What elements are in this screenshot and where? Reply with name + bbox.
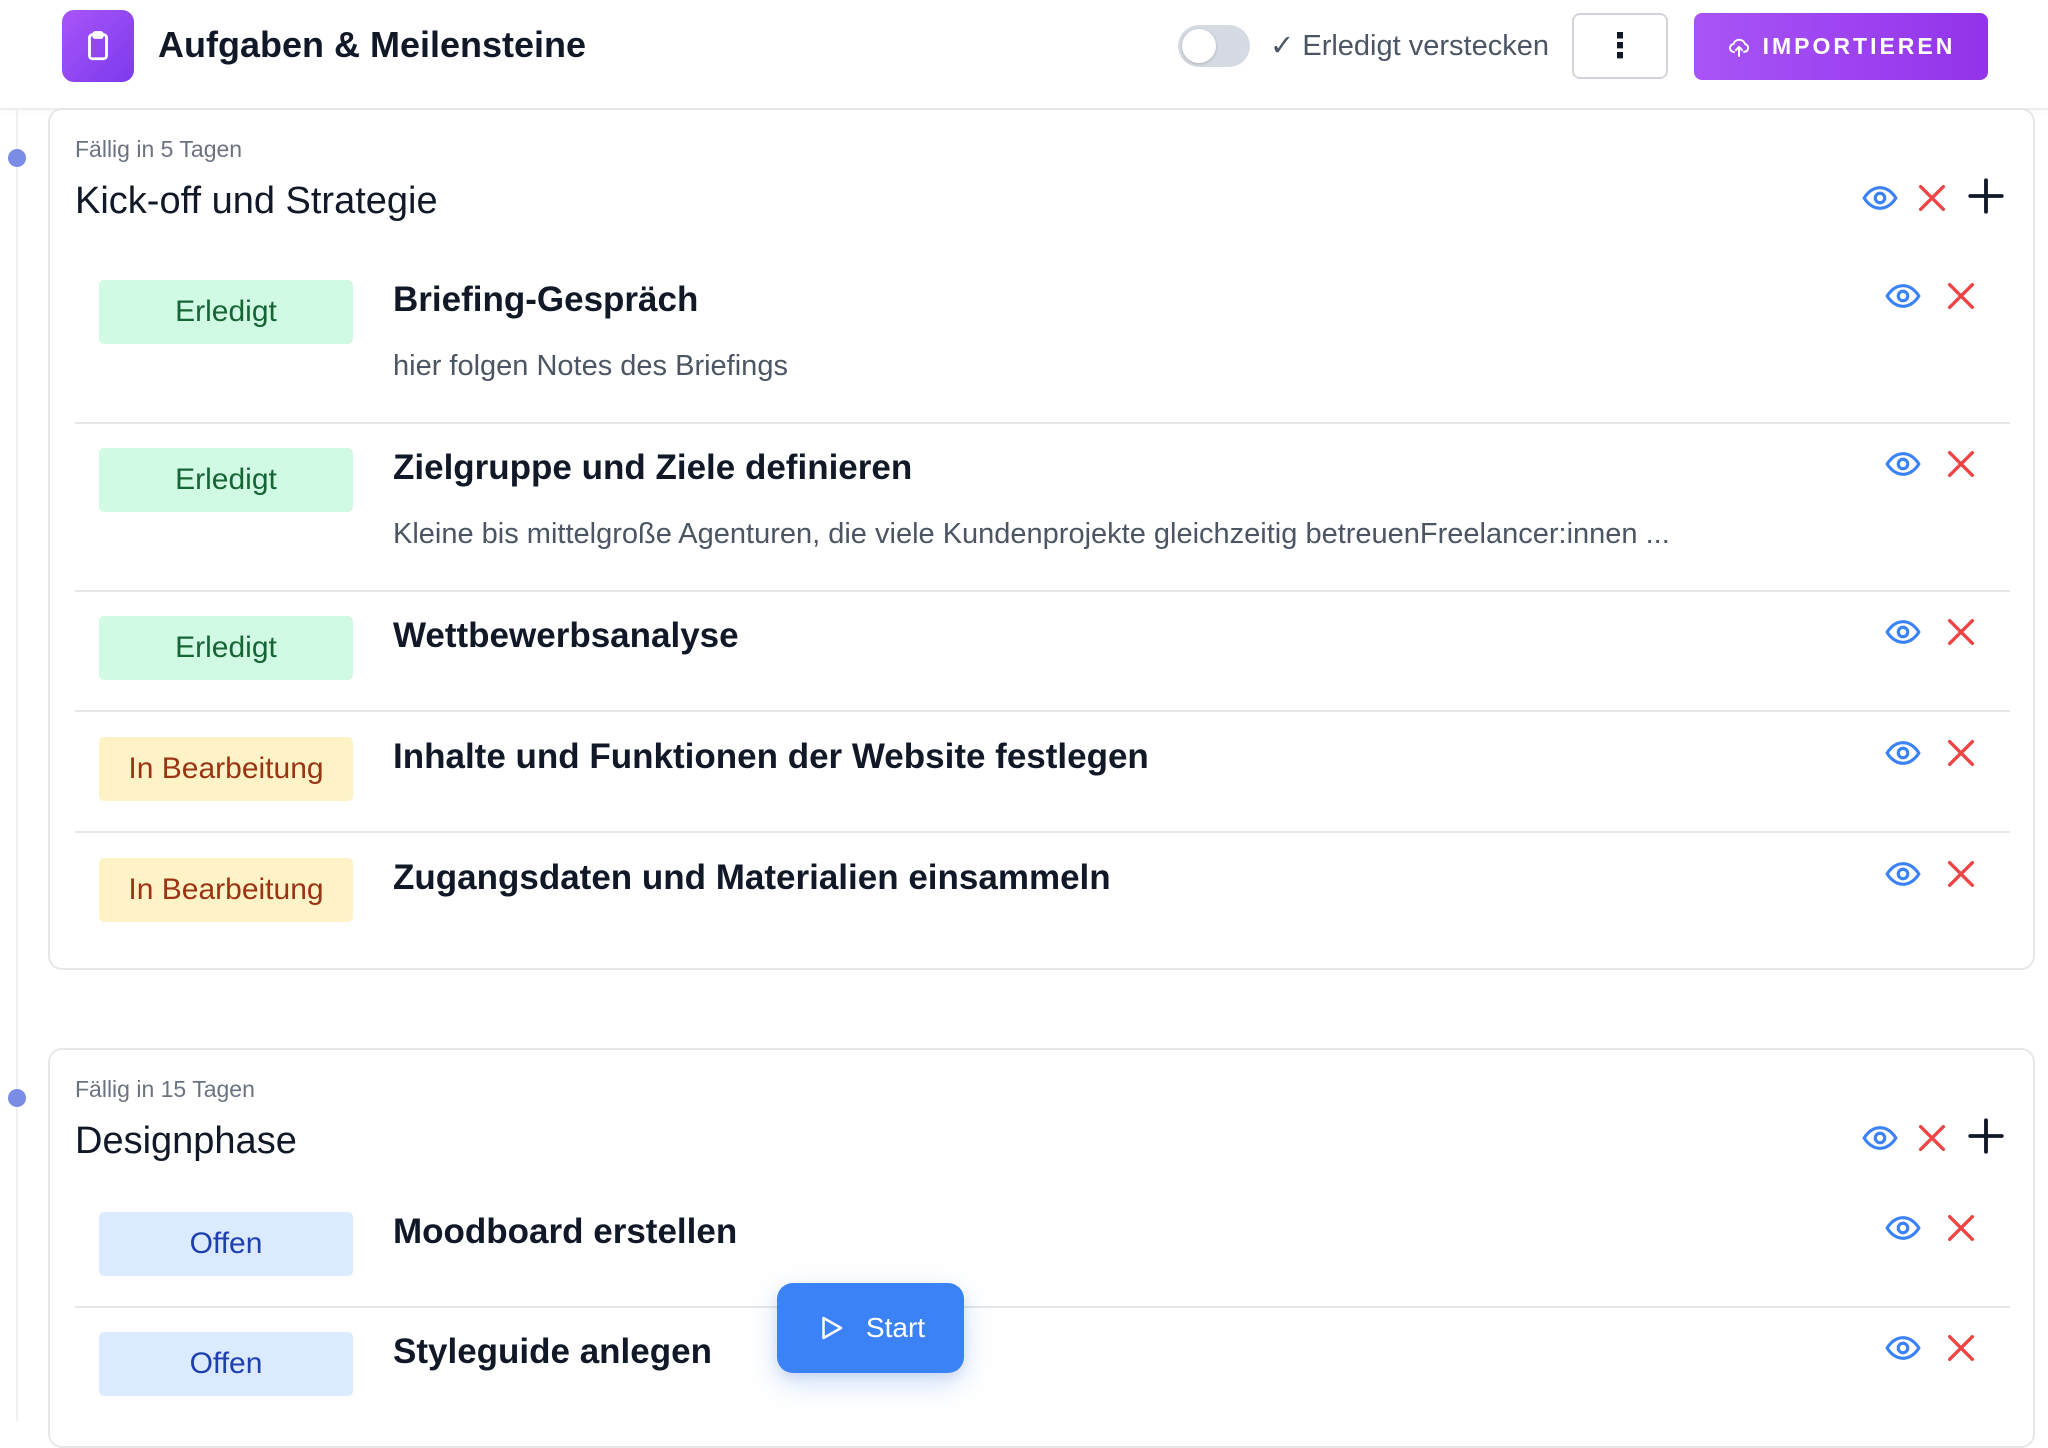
eye-icon: [1885, 862, 1921, 886]
close-icon: [1947, 450, 1975, 478]
plus-icon: [1968, 178, 2004, 214]
task-row[interactable]: Offen Styleguide anlegen: [75, 1308, 2010, 1428]
milestone-view-button[interactable]: [1858, 176, 1902, 220]
task-delete-button[interactable]: [1939, 852, 1983, 896]
status-badge[interactable]: Offen: [99, 1332, 353, 1396]
task-view-button[interactable]: [1881, 1206, 1925, 1250]
play-icon: [822, 1316, 843, 1340]
milestone-delete-button[interactable]: [1910, 1116, 1954, 1160]
hide-done-label: ✓ Erledigt verstecken: [1270, 30, 1549, 62]
task-row[interactable]: Erledigt Briefing-Gespräch hier folgen N…: [75, 252, 2010, 424]
close-icon: [1947, 860, 1975, 888]
import-label: IMPORTIEREN: [1762, 33, 1956, 59]
task-view-button[interactable]: [1881, 442, 1925, 486]
task-view-button[interactable]: [1881, 610, 1925, 654]
close-icon: [1947, 739, 1975, 767]
task-title: Zugangsdaten und Materialien einsammeln: [393, 858, 1111, 897]
hide-done-toggle[interactable]: [1178, 25, 1250, 67]
more-options-button[interactable]: ⋮: [1572, 13, 1668, 79]
close-icon: [1947, 1334, 1975, 1362]
close-icon: [1947, 1214, 1975, 1242]
task-title: Inhalte und Funktionen der Website festl…: [393, 737, 1149, 776]
eye-icon: [1885, 284, 1921, 308]
task-view-button[interactable]: [1881, 274, 1925, 318]
task-delete-button[interactable]: [1939, 274, 1983, 318]
task-title: Zielgruppe und Ziele definieren: [393, 448, 913, 487]
app-header: Aufgaben & Meilensteine ✓ Erledigt verst…: [0, 0, 2048, 110]
task-title: Briefing-Gespräch: [393, 280, 699, 319]
eye-icon: [1862, 1126, 1898, 1150]
status-badge[interactable]: Erledigt: [99, 616, 353, 680]
clipboard-icon: [62, 10, 134, 82]
task-delete-button[interactable]: [1939, 1206, 1983, 1250]
milestone-title: Kick-off und Strategie: [75, 180, 438, 222]
task-row[interactable]: Erledigt Wettbewerbsanalyse: [75, 592, 2010, 712]
page-title: Aufgaben & Meilensteine: [158, 24, 587, 65]
task-delete-button[interactable]: [1939, 442, 1983, 486]
milestone-card: Fällig in 5 Tagen Kick-off und Strategie…: [48, 108, 2035, 970]
eye-icon: [1885, 741, 1921, 765]
import-button[interactable]: IMPORTIEREN: [1694, 13, 1988, 80]
task-delete-button[interactable]: [1939, 610, 1983, 654]
task-title: Styleguide anlegen: [393, 1332, 712, 1371]
toggle-knob: [1182, 29, 1216, 63]
eye-icon: [1885, 1216, 1921, 1240]
milestone-view-button[interactable]: [1858, 1116, 1902, 1160]
milestone-card: Fällig in 15 Tagen Designphase Offen Moo…: [48, 1048, 2035, 1448]
status-badge[interactable]: Offen: [99, 1212, 353, 1276]
eye-icon: [1885, 620, 1921, 644]
task-delete-button[interactable]: [1939, 731, 1983, 775]
milestone-due: Fällig in 15 Tagen: [75, 1076, 255, 1102]
task-title: Wettbewerbsanalyse: [393, 616, 739, 655]
task-view-button[interactable]: [1881, 852, 1925, 896]
milestone-title: Designphase: [75, 1120, 297, 1162]
task-delete-button[interactable]: [1939, 1326, 1983, 1370]
status-badge[interactable]: Erledigt: [99, 448, 353, 512]
start-button[interactable]: Start: [777, 1283, 964, 1373]
add-task-button[interactable]: [1964, 174, 2008, 218]
status-badge[interactable]: In Bearbeitung: [99, 858, 353, 922]
task-note: hier folgen Notes des Briefings: [393, 350, 788, 382]
task-view-button[interactable]: [1881, 1326, 1925, 1370]
add-task-button[interactable]: [1964, 1114, 2008, 1158]
close-icon: [1947, 618, 1975, 646]
more-vertical-icon: ⋮: [1603, 27, 1637, 65]
plus-icon: [1968, 1118, 2004, 1154]
task-row[interactable]: In Bearbeitung Zugangsdaten und Material…: [75, 833, 2010, 953]
eye-icon: [1862, 186, 1898, 210]
task-row[interactable]: Erledigt Zielgruppe und Ziele definieren…: [75, 424, 2010, 592]
task-view-button[interactable]: [1881, 731, 1925, 775]
task-row[interactable]: In Bearbeitung Inhalte und Funktionen de…: [75, 712, 2010, 833]
start-label: Start: [865, 1312, 926, 1343]
close-icon: [1918, 184, 1946, 212]
close-icon: [1918, 1124, 1946, 1152]
task-note: Kleine bis mittelgroße Agenturen, die vi…: [393, 518, 1670, 550]
timeline-line: [16, 108, 18, 1421]
status-badge[interactable]: In Bearbeitung: [99, 737, 353, 801]
task-title: Moodboard erstellen: [393, 1212, 738, 1251]
close-icon: [1947, 282, 1975, 310]
eye-icon: [1885, 452, 1921, 476]
milestone-due: Fällig in 5 Tagen: [75, 136, 243, 162]
milestone-delete-button[interactable]: [1910, 176, 1954, 220]
status-badge[interactable]: Erledigt: [99, 280, 353, 344]
timeline-dot: [8, 1089, 26, 1107]
timeline-dot: [8, 149, 26, 167]
task-row[interactable]: Offen Moodboard erstellen: [75, 1192, 2010, 1308]
cloud-upload-icon: [1728, 38, 1749, 57]
eye-icon: [1885, 1336, 1921, 1360]
